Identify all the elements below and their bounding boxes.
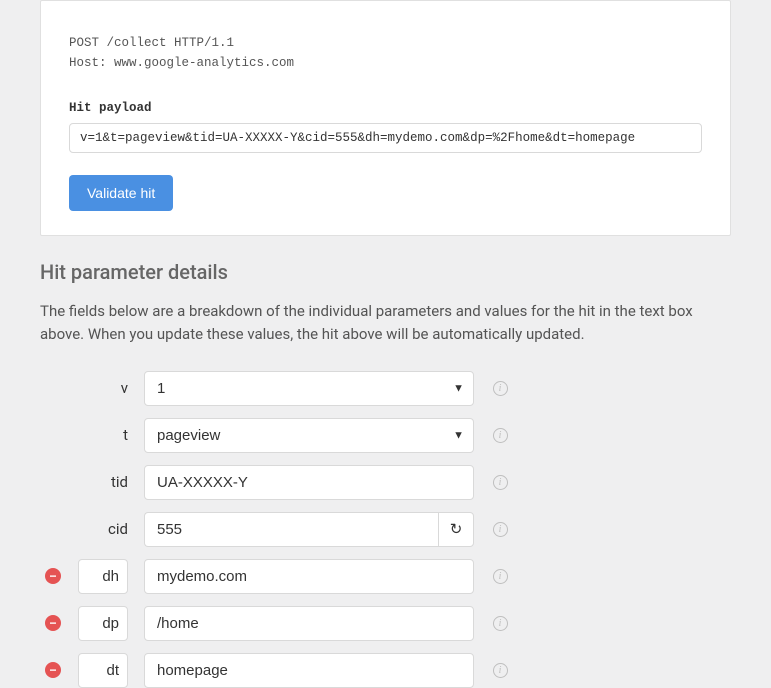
info-icon[interactable]: i <box>493 569 508 584</box>
minus-icon: − <box>49 617 56 629</box>
info-icon[interactable]: i <box>493 663 508 678</box>
details-desc: The fields below are a breakdown of the … <box>40 300 731 347</box>
remove-param-button[interactable]: − <box>45 615 61 631</box>
param-key-v: v <box>121 379 128 397</box>
param-value-dp[interactable] <box>144 606 474 641</box>
details-title: Hit parameter details <box>40 260 731 284</box>
request-line-1: POST /collect HTTP/1.1 <box>69 36 234 50</box>
minus-icon: − <box>49 570 56 582</box>
minus-icon: − <box>49 664 56 676</box>
param-key-dh[interactable] <box>78 559 128 594</box>
param-value-cid[interactable] <box>144 512 438 547</box>
info-icon[interactable]: i <box>493 522 508 537</box>
param-value-dh[interactable] <box>144 559 474 594</box>
remove-param-button[interactable]: − <box>45 662 61 678</box>
refresh-icon: ↻ <box>450 520 463 538</box>
info-icon[interactable]: i <box>493 428 508 443</box>
param-key-cid: cid <box>108 520 128 538</box>
param-row-t: t pageview ▼ i <box>40 418 731 453</box>
param-value-t[interactable]: pageview <box>144 418 474 453</box>
param-value-dt[interactable] <box>144 653 474 688</box>
request-lines: POST /collect HTTP/1.1 Host: www.google-… <box>69 33 702 73</box>
param-row-cid: cid ↻ i <box>40 512 731 547</box>
param-row-dt: − i <box>40 653 731 688</box>
param-row-dp: − i <box>40 606 731 641</box>
param-row-dh: − i <box>40 559 731 594</box>
param-key-tid: tid <box>111 473 128 491</box>
payload-input[interactable] <box>69 123 702 153</box>
param-row-tid: tid i <box>40 465 731 500</box>
param-key-dp[interactable] <box>78 606 128 641</box>
request-line-2: Host: www.google-analytics.com <box>69 56 294 70</box>
param-key-t: t <box>123 426 128 444</box>
param-key-dt[interactable] <box>78 653 128 688</box>
param-value-tid[interactable] <box>144 465 474 500</box>
param-row-v: v 1 ▼ i <box>40 371 731 406</box>
payload-label: Hit payload <box>69 101 702 115</box>
cid-refresh-button[interactable]: ↻ <box>438 512 474 547</box>
info-icon[interactable]: i <box>493 475 508 490</box>
remove-param-button[interactable]: − <box>45 568 61 584</box>
info-icon[interactable]: i <box>493 381 508 396</box>
param-value-v[interactable]: 1 <box>144 371 474 406</box>
hit-card: POST /collect HTTP/1.1 Host: www.google-… <box>40 0 731 236</box>
validate-hit-button[interactable]: Validate hit <box>69 175 173 211</box>
info-icon[interactable]: i <box>493 616 508 631</box>
